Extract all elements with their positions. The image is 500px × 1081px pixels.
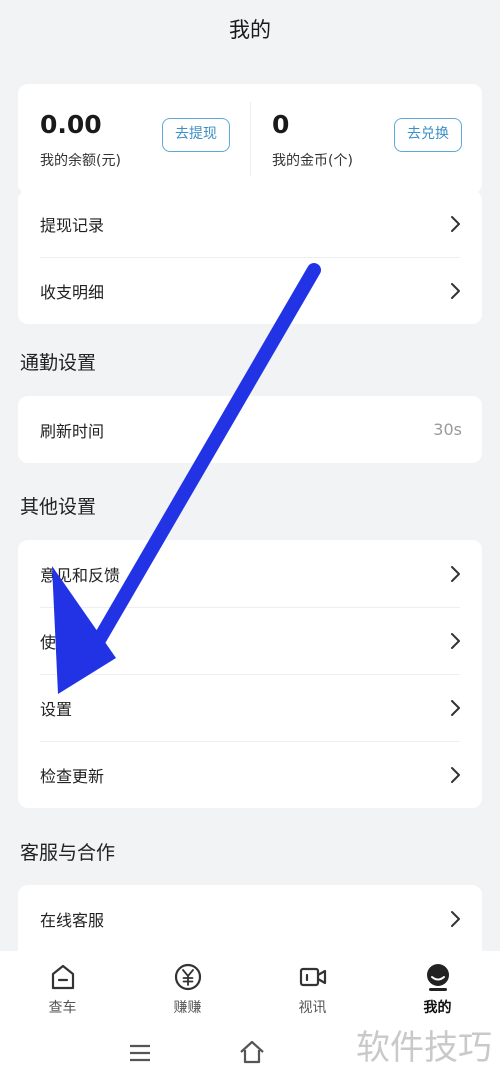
withdraw-button[interactable]: 去提现 — [162, 118, 230, 152]
video-icon — [299, 967, 326, 987]
commute-list: 刷新时间 30s — [18, 396, 482, 463]
nav-tab-check-car[interactable]: 查车 — [0, 951, 125, 1025]
watermark-text: 软件技巧 — [356, 1028, 492, 1068]
service-section-title: 客服与合作 — [20, 842, 116, 864]
feedback-row[interactable]: 意见和反馈 — [18, 540, 482, 607]
row-label: 提现记录 — [40, 215, 105, 235]
refresh-time-value: 30s — [433, 420, 462, 439]
row-label: 在线客服 — [40, 910, 105, 930]
car-check-icon — [51, 964, 74, 990]
bottom-nav: 查车 赚赚 视讯 我的 — [0, 951, 500, 1025]
row-label: 检查更新 — [40, 766, 105, 786]
other-settings-list: 意见和反馈 使用帮助 设置 检查更新 — [18, 540, 482, 808]
exchange-button[interactable]: 去兑换 — [394, 118, 462, 152]
row-label: 刷新时间 — [40, 421, 105, 441]
row-label: 使用帮助 — [40, 632, 105, 652]
other-section-title: 其他设置 — [20, 496, 97, 518]
account-list: 提现记录 收支明细 — [18, 190, 482, 324]
balance-label: 我的余额(元) — [40, 153, 121, 169]
settings-row[interactable]: 设置 — [18, 674, 482, 741]
row-label: 收支明细 — [40, 282, 105, 302]
menu-icon[interactable] — [128, 1043, 152, 1063]
balance-section: 0.00 我的余额(元) 去提现 — [18, 84, 250, 194]
chevron-right-icon — [451, 910, 460, 927]
nav-tab-earn[interactable]: 赚赚 — [125, 951, 250, 1025]
wallet-card: 0.00 我的余额(元) 去提现 0 我的金币(个) 去兑换 — [18, 84, 482, 194]
help-row[interactable]: 使用帮助 — [18, 607, 482, 674]
check-update-row[interactable]: 检查更新 — [18, 741, 482, 808]
chevron-right-icon — [451, 215, 460, 232]
refresh-time-row[interactable]: 刷新时间 30s — [18, 396, 482, 463]
profile-icon — [426, 964, 449, 991]
coins-label: 我的金币(个) — [272, 153, 353, 169]
home-icon[interactable] — [238, 1039, 266, 1065]
yuan-coin-icon — [174, 963, 201, 991]
nav-label: 我的 — [423, 1000, 452, 1016]
chevron-right-icon — [451, 699, 460, 716]
nav-label: 查车 — [48, 1000, 77, 1016]
coins-section: 0 我的金币(个) 去兑换 — [250, 84, 482, 194]
page-title: 我的 — [229, 18, 271, 42]
row-label: 设置 — [40, 699, 73, 719]
chevron-right-icon — [451, 282, 460, 299]
chevron-right-icon — [451, 632, 460, 649]
coins-amount: 0 — [272, 110, 290, 139]
online-service-row[interactable]: 在线客服 — [18, 885, 482, 951]
chevron-right-icon — [451, 766, 460, 783]
row-label: 意见和反馈 — [40, 565, 121, 585]
nav-label: 视讯 — [298, 1000, 327, 1016]
income-expense-row[interactable]: 收支明细 — [18, 257, 482, 324]
withdraw-records-row[interactable]: 提现记录 — [18, 190, 482, 257]
top-bar: 我的 — [0, 0, 500, 58]
nav-tab-mine[interactable]: 我的 — [375, 951, 500, 1025]
balance-amount: 0.00 — [40, 110, 102, 139]
nav-tab-video[interactable]: 视讯 — [250, 951, 375, 1025]
commute-section-title: 通勤设置 — [20, 352, 97, 374]
service-list: 在线客服 — [18, 885, 482, 951]
nav-label: 赚赚 — [173, 1000, 202, 1016]
chevron-right-icon — [451, 565, 460, 582]
